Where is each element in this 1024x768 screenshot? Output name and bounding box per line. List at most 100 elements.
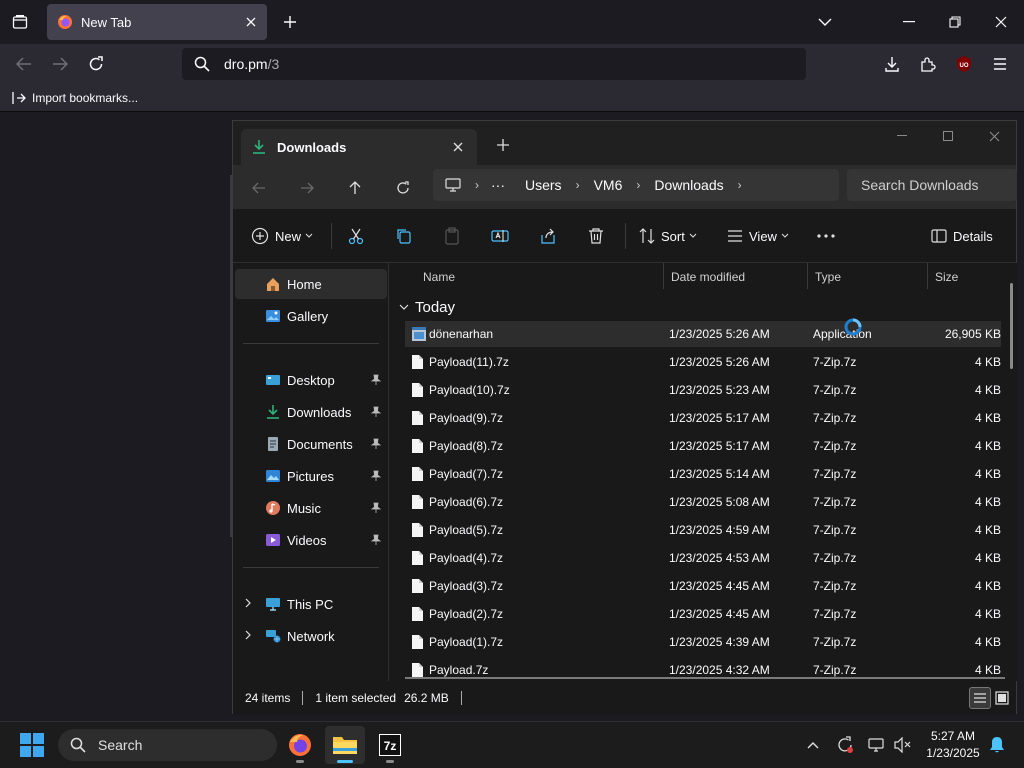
- explorer-tab-downloads[interactable]: Downloads: [241, 129, 477, 165]
- explorer-forward-icon[interactable]: [291, 173, 323, 203]
- pin-icon[interactable]: [371, 374, 381, 386]
- taskbar-7zip[interactable]: 7z: [370, 726, 410, 764]
- nav-gallery[interactable]: Gallery: [235, 301, 387, 331]
- table-row[interactable]: Payload(9).7z 1/23/2025 5:17 AM 7-Zip.7z 4 …: [405, 405, 1001, 431]
- table-row[interactable]: Payload(7).7z 1/23/2025 5:14 AM 7-Zip.7z 4 …: [405, 461, 1001, 487]
- close-tab-icon[interactable]: [453, 142, 463, 152]
- ublock-origin-icon[interactable]: UO: [950, 50, 978, 78]
- copy-icon[interactable]: [395, 221, 413, 251]
- windows-start-icon[interactable]: [20, 733, 44, 757]
- minimize-icon[interactable]: [886, 0, 932, 44]
- breadcrumb-downloads[interactable]: Downloads: [654, 177, 723, 193]
- column-header-type[interactable]: Type: [815, 263, 841, 291]
- paste-icon[interactable]: [443, 221, 461, 251]
- chevron-right-icon[interactable]: ›: [738, 178, 742, 192]
- view-button[interactable]: View: [727, 221, 789, 251]
- explorer-close-icon[interactable]: [971, 121, 1017, 151]
- table-row[interactable]: Payload(4).7z 1/23/2025 4:53 AM 7-Zip.7z 4 …: [405, 545, 1001, 571]
- table-row[interactable]: Payload(10).7z 1/23/2025 5:23 AM 7-Zip.7z 4…: [405, 377, 1001, 403]
- browser-tab-new-tab[interactable]: New Tab: [47, 4, 267, 40]
- chevron-right-icon[interactable]: [245, 630, 251, 640]
- table-row[interactable]: Payload(6).7z 1/23/2025 5:08 AM 7-Zip.7z 4 …: [405, 489, 1001, 515]
- url-bar[interactable]: dro.pm/3: [182, 48, 806, 80]
- network-status-icon[interactable]: [866, 734, 888, 756]
- monitor-icon[interactable]: [445, 178, 461, 192]
- details-button[interactable]: Details: [931, 221, 993, 251]
- explorer-back-icon[interactable]: [243, 173, 275, 203]
- pin-icon[interactable]: [371, 534, 381, 546]
- chevron-right-icon[interactable]: ›: [576, 178, 580, 192]
- column-divider[interactable]: [807, 263, 808, 289]
- nav-desktop[interactable]: Desktop: [235, 365, 387, 395]
- chevron-right-icon[interactable]: ›: [475, 178, 479, 192]
- vertical-scrollbar[interactable]: [1010, 283, 1013, 369]
- notification-bell-icon[interactable]: [986, 734, 1008, 756]
- list-all-tabs-icon[interactable]: [813, 10, 837, 34]
- breadcrumb-users[interactable]: Users: [525, 177, 562, 193]
- column-divider[interactable]: [663, 263, 664, 289]
- close-window-icon[interactable]: [978, 0, 1024, 44]
- table-row[interactable]: Payload(11).7z 1/23/2025 5:26 AM 7-Zip.7z 4…: [405, 349, 1001, 375]
- breadcrumb[interactable]: › ··· Users › VM6 › Downloads ›: [433, 169, 839, 201]
- table-row[interactable]: dönenarhan 1/23/2025 5:26 AM Application 26…: [405, 318, 1001, 347]
- share-icon[interactable]: [539, 221, 557, 251]
- taskbar-file-explorer[interactable]: [325, 726, 365, 764]
- firefox-view-icon[interactable]: [8, 10, 32, 34]
- hamburger-menu-icon[interactable]: [986, 50, 1014, 78]
- pin-icon[interactable]: [371, 406, 381, 418]
- downloads-icon[interactable]: [878, 50, 906, 78]
- volume-muted-icon[interactable]: [892, 734, 914, 756]
- table-row[interactable]: Payload(2).7z 1/23/2025 4:45 AM 7-Zip.7z 4 …: [405, 601, 1001, 627]
- explorer-new-tab-button[interactable]: [493, 135, 513, 155]
- nav-documents[interactable]: Documents: [235, 429, 387, 459]
- nav-videos[interactable]: Videos: [235, 525, 387, 555]
- pin-icon[interactable]: [371, 470, 381, 482]
- chevron-up-icon[interactable]: [802, 734, 824, 756]
- close-tab-icon[interactable]: [239, 10, 263, 34]
- more-options-icon[interactable]: [817, 221, 835, 251]
- nav-downloads[interactable]: Downloads: [235, 397, 387, 427]
- update-icon[interactable]: [834, 734, 856, 756]
- column-header-date[interactable]: Date modified: [671, 263, 745, 291]
- pin-icon[interactable]: [371, 502, 381, 514]
- restore-icon[interactable]: [932, 0, 978, 44]
- table-row[interactable]: Payload(3).7z 1/23/2025 4:45 AM 7-Zip.7z 4 …: [405, 573, 1001, 599]
- column-header-name[interactable]: Name: [423, 263, 455, 291]
- sort-button[interactable]: Sort: [639, 221, 697, 251]
- group-header-today[interactable]: Today: [399, 295, 455, 319]
- back-arrow-icon[interactable]: [10, 50, 38, 78]
- column-divider[interactable]: [927, 263, 928, 289]
- forward-arrow-icon[interactable]: [46, 50, 74, 78]
- explorer-up-icon[interactable]: [339, 173, 371, 203]
- breadcrumb-overflow[interactable]: ···: [491, 177, 505, 193]
- nav-music[interactable]: Music: [235, 493, 387, 523]
- breadcrumb-vm6[interactable]: VM6: [594, 177, 623, 193]
- nav-network[interactable]: Network: [235, 621, 387, 651]
- system-clock[interactable]: 5:27 AM 1/23/2025: [916, 728, 990, 762]
- column-header-size[interactable]: Size: [935, 263, 958, 291]
- table-row[interactable]: Payload(1).7z 1/23/2025 4:39 AM 7-Zip.7z 4 …: [405, 629, 1001, 655]
- taskbar-search[interactable]: Search: [58, 729, 277, 761]
- search-downloads-input[interactable]: Search Downloads: [847, 169, 1017, 201]
- taskbar-firefox[interactable]: [280, 726, 320, 764]
- nav-this-pc[interactable]: This PC: [235, 589, 387, 619]
- nav-home[interactable]: Home: [235, 269, 387, 299]
- tiles-view-icon[interactable]: [991, 687, 1013, 709]
- delete-icon[interactable]: [587, 221, 605, 251]
- pin-icon[interactable]: [371, 438, 381, 450]
- explorer-refresh-icon[interactable]: [387, 173, 419, 203]
- new-button[interactable]: New: [251, 221, 313, 251]
- new-tab-button[interactable]: [278, 10, 302, 34]
- chevron-right-icon[interactable]: ›: [636, 178, 640, 192]
- import-bookmarks-link[interactable]: Import bookmarks...: [32, 91, 138, 105]
- nav-pictures[interactable]: Pictures: [235, 461, 387, 491]
- explorer-minimize-icon[interactable]: [879, 121, 925, 151]
- chevron-right-icon[interactable]: [245, 598, 251, 608]
- extensions-icon[interactable]: [914, 50, 942, 78]
- explorer-maximize-icon[interactable]: [925, 121, 971, 151]
- rename-icon[interactable]: [491, 221, 509, 251]
- details-view-icon[interactable]: [969, 687, 991, 709]
- horizontal-scrollbar[interactable]: [405, 677, 1005, 679]
- reload-icon[interactable]: [82, 50, 110, 78]
- cut-icon[interactable]: [347, 221, 365, 251]
